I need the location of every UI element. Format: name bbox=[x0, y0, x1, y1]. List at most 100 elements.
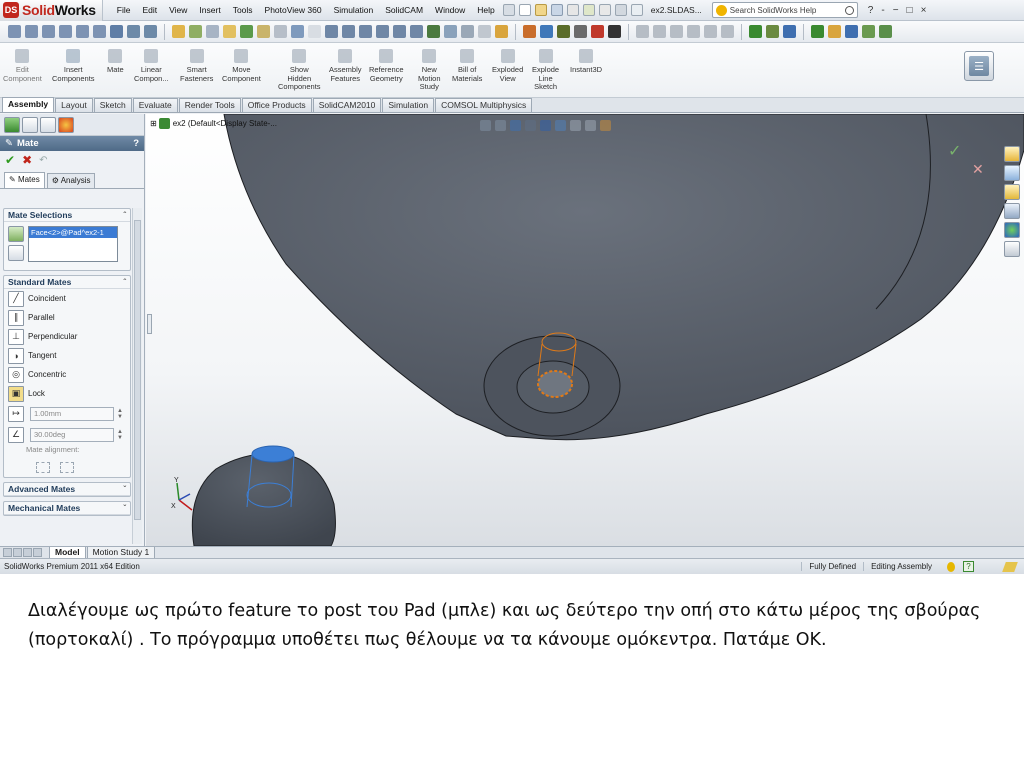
selection-entity-icon[interactable] bbox=[8, 226, 24, 242]
cmd-new-motion-study-button[interactable]: New Motion Study bbox=[418, 49, 441, 92]
angle-input[interactable]: 30.00deg bbox=[30, 427, 114, 442]
cmd-insert-components-button[interactable]: Insert Components bbox=[52, 49, 95, 83]
view-icon[interactable] bbox=[359, 25, 372, 38]
cmd-show-hidden-components-button[interactable]: Show Hidden Components bbox=[278, 49, 321, 92]
home-icon[interactable] bbox=[1004, 146, 1020, 162]
hide-show-icon[interactable] bbox=[570, 120, 581, 131]
expand-chevron-icon[interactable]: ˇ bbox=[123, 504, 126, 513]
tool-icon[interactable] bbox=[811, 25, 824, 38]
save-icon[interactable] bbox=[550, 4, 563, 16]
top-body[interactable] bbox=[223, 114, 1024, 441]
tool-icon[interactable] bbox=[653, 25, 666, 38]
view-icon[interactable] bbox=[144, 25, 157, 38]
next-tab-icon[interactable] bbox=[23, 548, 32, 557]
undo-icon[interactable]: ↶ bbox=[39, 155, 47, 166]
pad-body[interactable] bbox=[191, 453, 336, 546]
tool-icon[interactable] bbox=[845, 25, 858, 38]
tool-icon[interactable] bbox=[670, 25, 683, 38]
select-icon[interactable] bbox=[598, 4, 611, 16]
tab-office-products[interactable]: Office Products bbox=[241, 98, 312, 112]
view-icon[interactable] bbox=[76, 25, 89, 38]
tab-render-tools[interactable]: Render Tools bbox=[178, 98, 241, 112]
tool-icon[interactable] bbox=[523, 25, 536, 38]
mate-option-lock[interactable]: ▣ Lock bbox=[4, 384, 130, 403]
print-icon[interactable] bbox=[566, 4, 579, 16]
tool-icon[interactable] bbox=[828, 25, 841, 38]
mate-selection-list[interactable]: Face<2>@Pad^ex2-1 bbox=[28, 226, 118, 262]
first-tab-icon[interactable] bbox=[3, 548, 12, 557]
tool-icon[interactable] bbox=[540, 25, 553, 38]
maximize-button[interactable]: □ bbox=[903, 5, 917, 16]
tab-simulation[interactable]: Simulation bbox=[382, 98, 435, 112]
mechanical-mates-header[interactable]: Mechanical Mates ˇ bbox=[4, 502, 130, 515]
tool-icon[interactable] bbox=[591, 25, 604, 38]
cmd-mate-button[interactable]: Mate bbox=[107, 49, 124, 75]
mate-option-concentric[interactable]: ◎ Concentric bbox=[4, 365, 130, 384]
scrollbar-thumb[interactable] bbox=[134, 220, 141, 520]
undo-icon[interactable] bbox=[582, 4, 595, 16]
cmd-linear-compon-button[interactable]: Linear Compon... bbox=[134, 49, 169, 83]
custom-properties-icon[interactable] bbox=[1004, 241, 1020, 257]
angle-icon[interactable]: ∠ bbox=[8, 426, 24, 443]
tool-icon[interactable] bbox=[862, 25, 875, 38]
feature-tree-icon[interactable] bbox=[4, 116, 20, 133]
minimize-button[interactable]: − bbox=[889, 5, 903, 16]
pin-icon[interactable] bbox=[502, 4, 515, 16]
subtab-analysis[interactable]: ⚙ Analysis bbox=[46, 173, 96, 188]
distance-spinner-icon[interactable]: ▲ ▼ bbox=[117, 408, 123, 420]
tab-solidcam2010[interactable]: SolidCAM2010 bbox=[312, 98, 382, 112]
tab-model[interactable]: Model bbox=[49, 546, 86, 559]
configuration-manager-icon[interactable] bbox=[40, 116, 56, 133]
tool-icon[interactable] bbox=[636, 25, 649, 38]
view-icon[interactable] bbox=[25, 25, 38, 38]
menu-solidcam[interactable]: SolidCAM bbox=[379, 0, 429, 21]
menu-insert[interactable]: Insert bbox=[193, 0, 226, 21]
view-icon[interactable] bbox=[495, 25, 508, 38]
link-icon[interactable] bbox=[274, 25, 287, 38]
cmd-move-component-button[interactable]: Move Component bbox=[222, 49, 261, 83]
section-view-icon[interactable] bbox=[525, 120, 536, 131]
zoom-area-icon[interactable] bbox=[495, 120, 506, 131]
menu-view[interactable]: View bbox=[163, 0, 193, 21]
view-icon[interactable] bbox=[59, 25, 72, 38]
confirm-cancel-icon[interactable]: ✕ bbox=[972, 161, 984, 178]
subtab-mates[interactable]: ✎ Mates bbox=[4, 172, 45, 188]
view-icon[interactable] bbox=[461, 25, 474, 38]
help-button[interactable]: ? bbox=[864, 5, 878, 16]
tab-layout[interactable]: Layout bbox=[55, 98, 93, 112]
design-library-icon[interactable] bbox=[1004, 165, 1020, 181]
view-icon[interactable] bbox=[93, 25, 106, 38]
cmd-explode-line-sketch-button[interactable]: Explode Line Sketch bbox=[532, 49, 559, 92]
solidworks-logo[interactable]: DS SolidWorks bbox=[0, 0, 103, 21]
appearances-icon[interactable] bbox=[1004, 222, 1020, 238]
edit-pencil-icon[interactable] bbox=[1002, 561, 1018, 572]
post-top-face[interactable] bbox=[251, 445, 295, 463]
collapse-chevron-icon[interactable]: ˆ bbox=[123, 211, 126, 220]
ok-check-icon[interactable]: ✔ bbox=[5, 153, 15, 167]
tab-assembly[interactable]: Assembly bbox=[2, 97, 55, 112]
mate-option-tangent[interactable]: ◑ Tangent bbox=[4, 346, 130, 365]
standard-mates-header[interactable]: Standard Mates ˆ bbox=[4, 276, 130, 289]
tool-icon[interactable] bbox=[879, 25, 892, 38]
distance-icon[interactable]: ↦ bbox=[8, 405, 24, 422]
view-icon[interactable] bbox=[42, 25, 55, 38]
close-button[interactable]: × bbox=[917, 5, 931, 16]
selected-hole-face[interactable] bbox=[537, 370, 573, 398]
part-icon[interactable] bbox=[206, 25, 219, 38]
copy-icon[interactable] bbox=[291, 25, 304, 38]
tool-icon[interactable] bbox=[557, 25, 570, 38]
tool-icon[interactable] bbox=[704, 25, 717, 38]
feature-tree-root[interactable]: ⊞ ex2 (Default<Display State-... bbox=[150, 118, 277, 129]
table-icon[interactable] bbox=[189, 25, 202, 38]
view-icon[interactable] bbox=[342, 25, 355, 38]
confirm-ok-icon[interactable]: ✓ bbox=[948, 141, 961, 161]
quick-tips-icon[interactable]: ? bbox=[963, 561, 974, 572]
angle-spinner-icon[interactable]: ▲ ▼ bbox=[117, 429, 123, 441]
rebuild-icon[interactable] bbox=[614, 4, 627, 16]
open-icon[interactable] bbox=[534, 4, 547, 16]
cmd-assembly-features-button[interactable]: Assembly Features bbox=[329, 49, 362, 83]
view-icon[interactable] bbox=[376, 25, 389, 38]
menu-file[interactable]: File bbox=[111, 0, 137, 21]
expand-chevron-icon[interactable]: ˇ bbox=[123, 485, 126, 494]
anti-aligned-icon[interactable] bbox=[60, 461, 74, 473]
